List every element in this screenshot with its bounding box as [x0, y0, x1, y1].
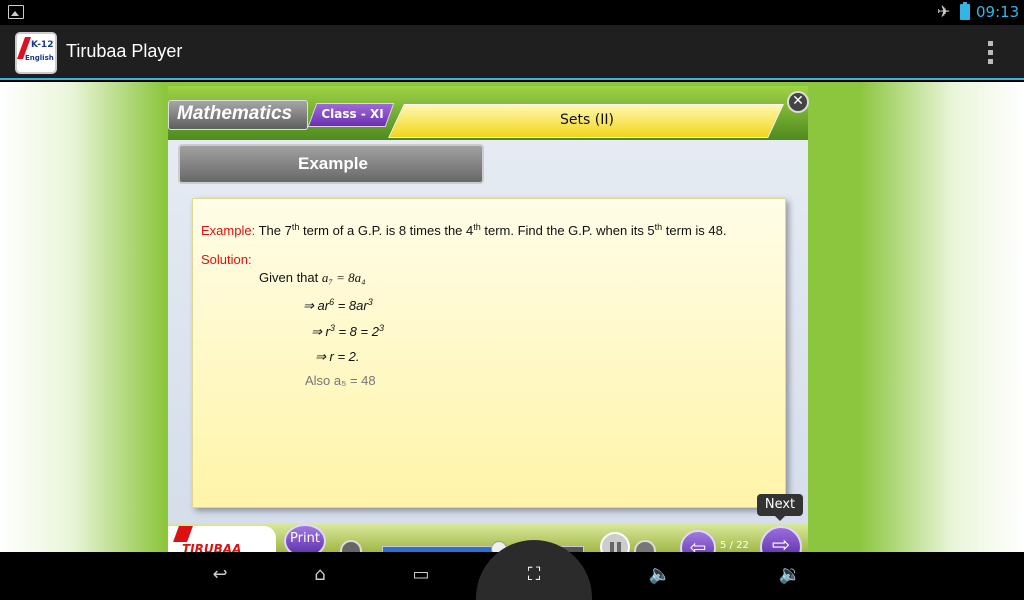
- action-bar: K-12 English Tirubaa Player: [0, 25, 1024, 80]
- screenshot-icon[interactable]: ⛶: [514, 564, 554, 588]
- solution-label: Solution:: [201, 252, 252, 267]
- battery-icon: [960, 2, 970, 20]
- solution-step-4: ⇒ r = 2.: [315, 349, 360, 364]
- gallery-notification-icon: [8, 5, 24, 19]
- volume-down-icon[interactable]: 🔈: [640, 564, 680, 588]
- section-tab: Example: [178, 144, 484, 184]
- topic-title: Sets (II): [560, 112, 614, 128]
- solution-step-3: ⇒ r3 = 8 = 23: [311, 323, 384, 339]
- lesson-player: Mathematics Class - XI Sets (II) ✕ Examp…: [168, 86, 809, 568]
- page-counter: 5 / 22: [720, 540, 749, 551]
- recent-apps-icon[interactable]: ▭: [401, 564, 441, 588]
- airplane-mode-icon: ✈: [937, 2, 951, 21]
- solution-step-2: ⇒ ar6 = 8ar3: [303, 297, 373, 313]
- close-button[interactable]: ✕: [787, 91, 809, 113]
- overflow-menu-icon[interactable]: [988, 41, 994, 65]
- next-tooltip: Next: [757, 494, 803, 521]
- status-bar: ✈ 09:13: [0, 0, 1024, 25]
- example-note: Example: The 7th term of a G.P. is 8 tim…: [192, 198, 786, 508]
- app-icon[interactable]: K-12 English: [15, 32, 57, 74]
- home-icon[interactable]: ⌂: [300, 564, 340, 588]
- solution-step-1: Given that a₇ = 8a₄: [259, 270, 366, 285]
- example-statement: Example: The 7th term of a G.P. is 8 tim…: [201, 222, 727, 238]
- solution-step-5: Also a₅ = 48: [305, 373, 376, 388]
- back-icon[interactable]: ↩: [200, 564, 240, 588]
- class-tag: Class - XI: [307, 103, 395, 127]
- subject-tag: Mathematics: [168, 100, 308, 130]
- volume-up-icon[interactable]: 🔉: [770, 564, 810, 588]
- clock: 09:13: [976, 3, 1020, 21]
- app-title: Tirubaa Player: [66, 41, 183, 61]
